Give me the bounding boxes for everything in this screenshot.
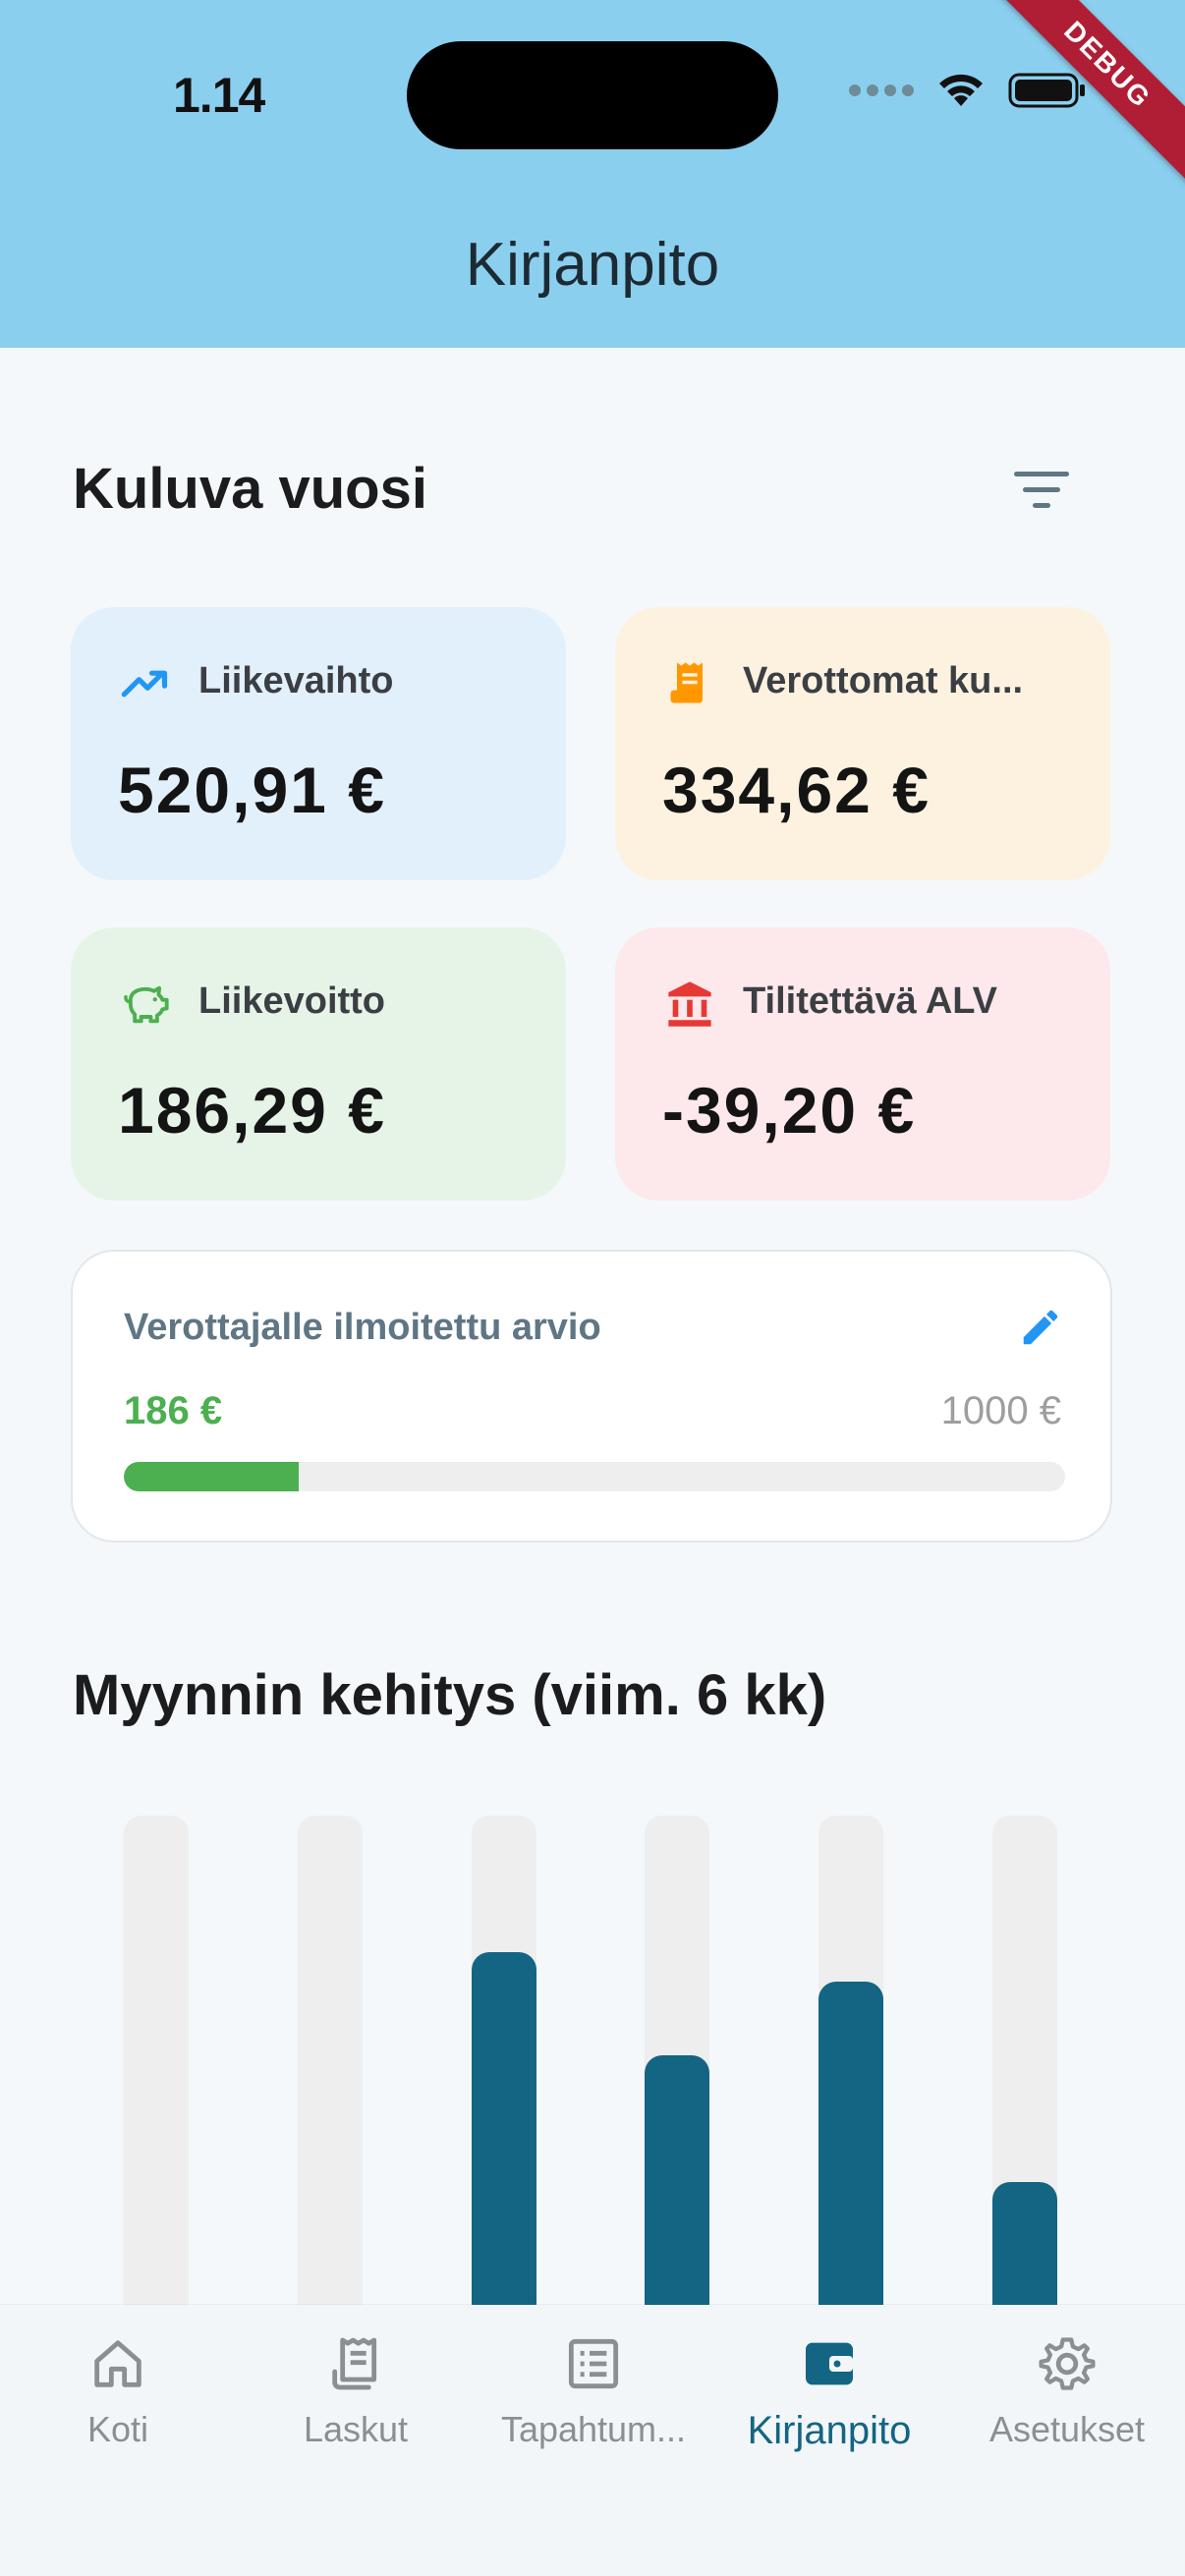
- wifi-icon: [939, 74, 983, 106]
- card-value: 520,91 €: [118, 754, 386, 826]
- section-title: Kuluva vuosi: [73, 457, 427, 521]
- chart-bar-track: [298, 1816, 363, 2305]
- vat-payable-card[interactable]: Tilitettävä ALV -39,20 €: [615, 927, 1110, 1201]
- chart-bar: [472, 1952, 536, 2305]
- chart-bar-track: [472, 1816, 536, 2305]
- card-value: 334,62 €: [662, 754, 931, 826]
- piggy-bank-icon: [124, 985, 169, 1024]
- nav-label: Laskut: [303, 2409, 409, 2449]
- status-time: 1.14: [173, 68, 265, 123]
- filter-button[interactable]: [1006, 460, 1077, 519]
- filter-list-icon: [1014, 471, 1069, 476]
- bank-icon: [668, 981, 711, 1027]
- dynamic-island: [407, 41, 778, 149]
- nav-item-settings[interactable]: Asetukset: [949, 2332, 1185, 2509]
- revenue-card[interactable]: Liikevaihto 520,91 €: [71, 607, 566, 880]
- bottom-navigation: Koti Laskut Tapahtum... Kirjanpito Asetu…: [0, 2305, 1185, 2576]
- chart-bar-track: [818, 1816, 883, 2305]
- chart-bar-track: [992, 1816, 1057, 2305]
- settings-gear-icon: [1039, 2337, 1096, 2390]
- tax-estimate-card: Verottajalle ilmoitettu arvio 186 € 1000…: [71, 1250, 1112, 1542]
- card-value: -39,20 €: [662, 1074, 917, 1147]
- estimate-progress-fill: [124, 1462, 300, 1491]
- card-label: Verottomat ku...: [743, 660, 1024, 701]
- card-label: Liikevaihto: [198, 660, 394, 701]
- status-icons: [849, 71, 1087, 110]
- invoice-icon: [332, 2337, 377, 2390]
- nav-item-home[interactable]: Koti: [0, 2332, 236, 2509]
- nav-item-events[interactable]: Tapahtum...: [476, 2332, 711, 2509]
- page-title: Kirjanpito: [465, 231, 720, 299]
- receipt-icon: [670, 662, 703, 703]
- nav-item-invoices[interactable]: Laskut: [238, 2332, 474, 2509]
- estimate-current-value: 186 €: [124, 1389, 223, 1432]
- home-icon: [94, 2340, 141, 2387]
- edit-pencil-icon[interactable]: [1018, 1305, 1063, 1350]
- chart-title: Myynnin kehitys (viim. 6 kk): [73, 1663, 827, 1727]
- estimate-target-value: 1000 €: [940, 1389, 1061, 1432]
- card-label: Liikevoitto: [198, 980, 386, 1022]
- wallet-icon: [806, 2342, 853, 2385]
- cellular-signal-icon: [849, 84, 914, 96]
- battery-icon: [1008, 73, 1085, 108]
- chart-bar: [818, 1982, 883, 2305]
- chart-bar-track: [124, 1816, 189, 2305]
- chart-bar: [992, 2182, 1057, 2305]
- app-bar: 1.14 DEBUG Kirjanpito: [0, 0, 1185, 348]
- card-label: Tilitettävä ALV: [743, 980, 998, 1022]
- trending-up-icon: [121, 670, 168, 698]
- estimate-title: Verottajalle ilmoitettu arvio: [124, 1307, 601, 1348]
- nav-item-accounting[interactable]: Kirjanpito: [711, 2332, 947, 2509]
- card-value: 186,29 €: [118, 1074, 386, 1147]
- nav-label: Tapahtum...: [500, 2409, 687, 2449]
- estimate-progress-bar: [124, 1462, 1065, 1491]
- nav-label: Asetukset: [988, 2409, 1146, 2449]
- list-icon: [568, 2338, 619, 2389]
- operating-profit-card[interactable]: Liikevoitto 186,29 €: [71, 927, 566, 1201]
- nav-label: Kirjanpito: [747, 2409, 912, 2452]
- tax-free-expenses-card[interactable]: Verottomat ku... 334,62 €: [615, 607, 1110, 880]
- chart-bar: [645, 2055, 709, 2305]
- nav-label: Koti: [86, 2409, 149, 2449]
- chart-bar-track: [645, 1816, 709, 2305]
- sales-bar-chart: [71, 1816, 1112, 2305]
